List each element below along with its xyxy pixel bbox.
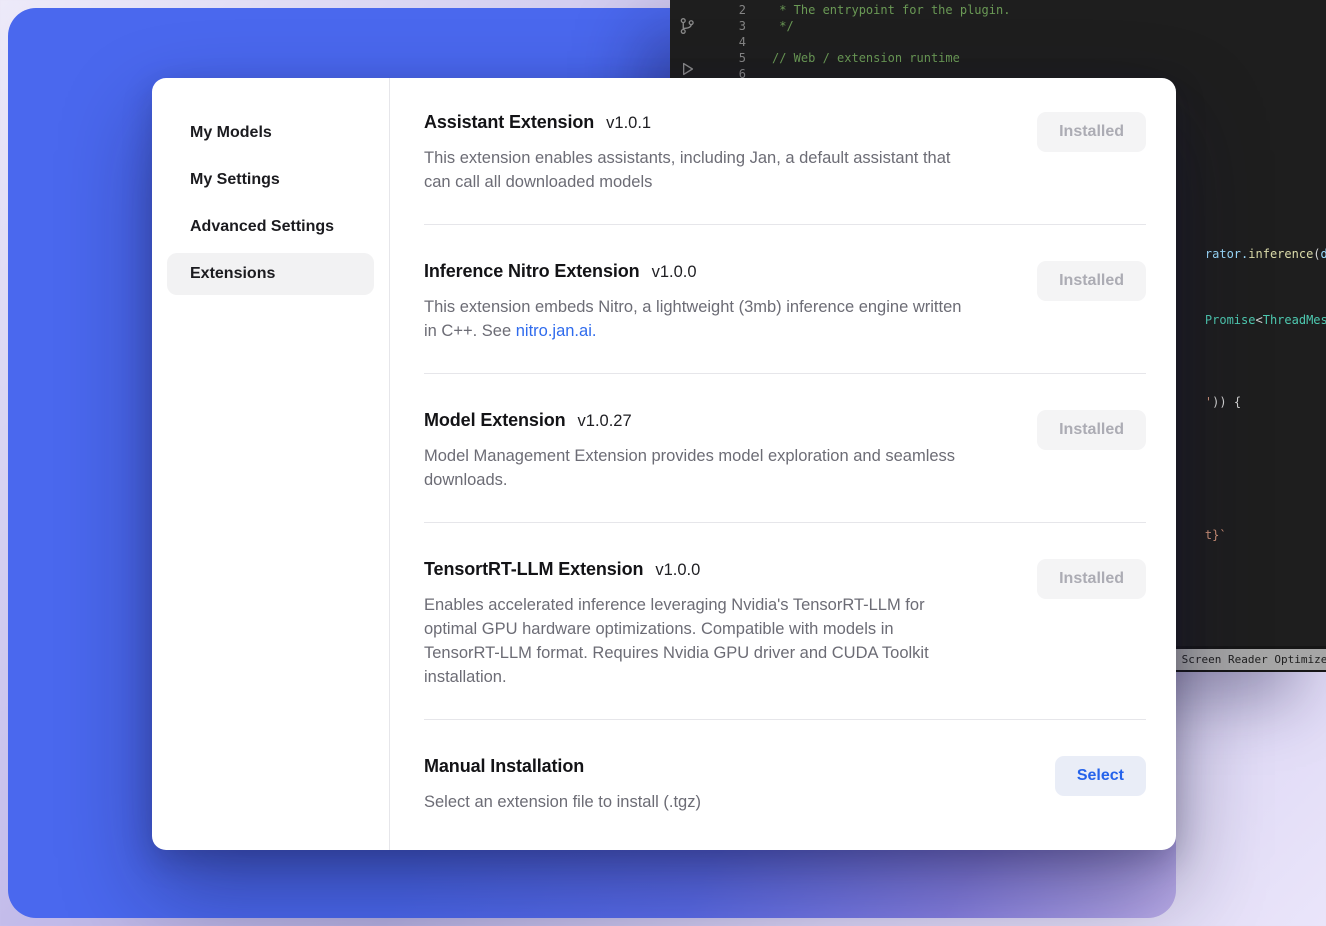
installed-button[interactable]: Installed [1037, 559, 1146, 599]
manual-installation-description: Select an extension file to install (.tg… [424, 790, 701, 814]
extension-description: Model Management Extension provides mode… [424, 444, 969, 492]
code-fragment: rator.inference(data)); [1176, 230, 1326, 278]
extension-title: TensortRT-LLM Extension [424, 559, 643, 580]
installed-button[interactable]: Installed [1037, 112, 1146, 152]
code-line: 5 // Web / extension runtime [704, 50, 1326, 66]
editor-code-area: 2 * The entrypoint for the plugin. 3 */ … [704, 2, 1326, 82]
extension-row-tensorrt-llm: TensortRT-LLM Extension v1.0.0 Enables a… [424, 523, 1146, 720]
code-fragment: t}` [1176, 511, 1227, 559]
manual-installation-row: Manual Installation Select an extension … [424, 720, 1146, 844]
sidebar-item-extensions[interactable]: Extensions [167, 253, 374, 295]
extension-title: Model Extension [424, 410, 566, 431]
code-line: 3 */ [704, 18, 1326, 34]
code-fragment: ')) { [1176, 378, 1241, 426]
manual-installation-title: Manual Installation [424, 756, 584, 777]
code-line: 2 * The entrypoint for the plugin. [704, 2, 1326, 18]
extension-version: v1.0.1 [606, 114, 651, 133]
extension-row-model: Model Extension v1.0.27 Model Management… [424, 374, 1146, 523]
screen-reader-optimized-badge[interactable]: Screen Reader Optimized [1174, 649, 1326, 670]
code-line: 4 [704, 34, 1326, 50]
installed-button[interactable]: Installed [1037, 410, 1146, 450]
line-number: 2 [704, 2, 746, 18]
extension-row-inference-nitro: Inference Nitro Extension v1.0.0 This ex… [424, 225, 1146, 374]
line-number: 5 [704, 50, 746, 66]
extension-title: Assistant Extension [424, 112, 594, 133]
code-fragment: Promise<ThreadMessage> [1176, 296, 1326, 344]
line-number: 4 [704, 34, 746, 50]
sidebar-item-my-settings[interactable]: My Settings [167, 159, 374, 201]
extension-row-assistant: Assistant Extension v1.0.1 This extensio… [424, 78, 1146, 225]
settings-modal: My Models My Settings Advanced Settings … [152, 78, 1176, 850]
extension-description: This extension enables assistants, inclu… [424, 146, 969, 194]
nitro-jan-ai-link[interactable]: nitro.jan.ai. [516, 322, 597, 340]
source-control-icon[interactable] [677, 16, 697, 39]
extension-version: v1.0.27 [578, 412, 632, 431]
extension-description: Enables accelerated inference leveraging… [424, 593, 969, 689]
sidebar-item-my-models[interactable]: My Models [167, 112, 374, 154]
extension-version: v1.0.0 [652, 263, 697, 282]
extension-title: Inference Nitro Extension [424, 261, 640, 282]
select-button[interactable]: Select [1055, 756, 1146, 796]
extensions-panel: Assistant Extension v1.0.1 This extensio… [390, 78, 1176, 850]
line-number: 3 [704, 18, 746, 34]
settings-sidebar: My Models My Settings Advanced Settings … [152, 78, 390, 850]
installed-button[interactable]: Installed [1037, 261, 1146, 301]
extension-description: This extension embeds Nitro, a lightweig… [424, 295, 969, 343]
extension-version: v1.0.0 [655, 561, 700, 580]
sidebar-item-advanced-settings[interactable]: Advanced Settings [167, 206, 374, 248]
